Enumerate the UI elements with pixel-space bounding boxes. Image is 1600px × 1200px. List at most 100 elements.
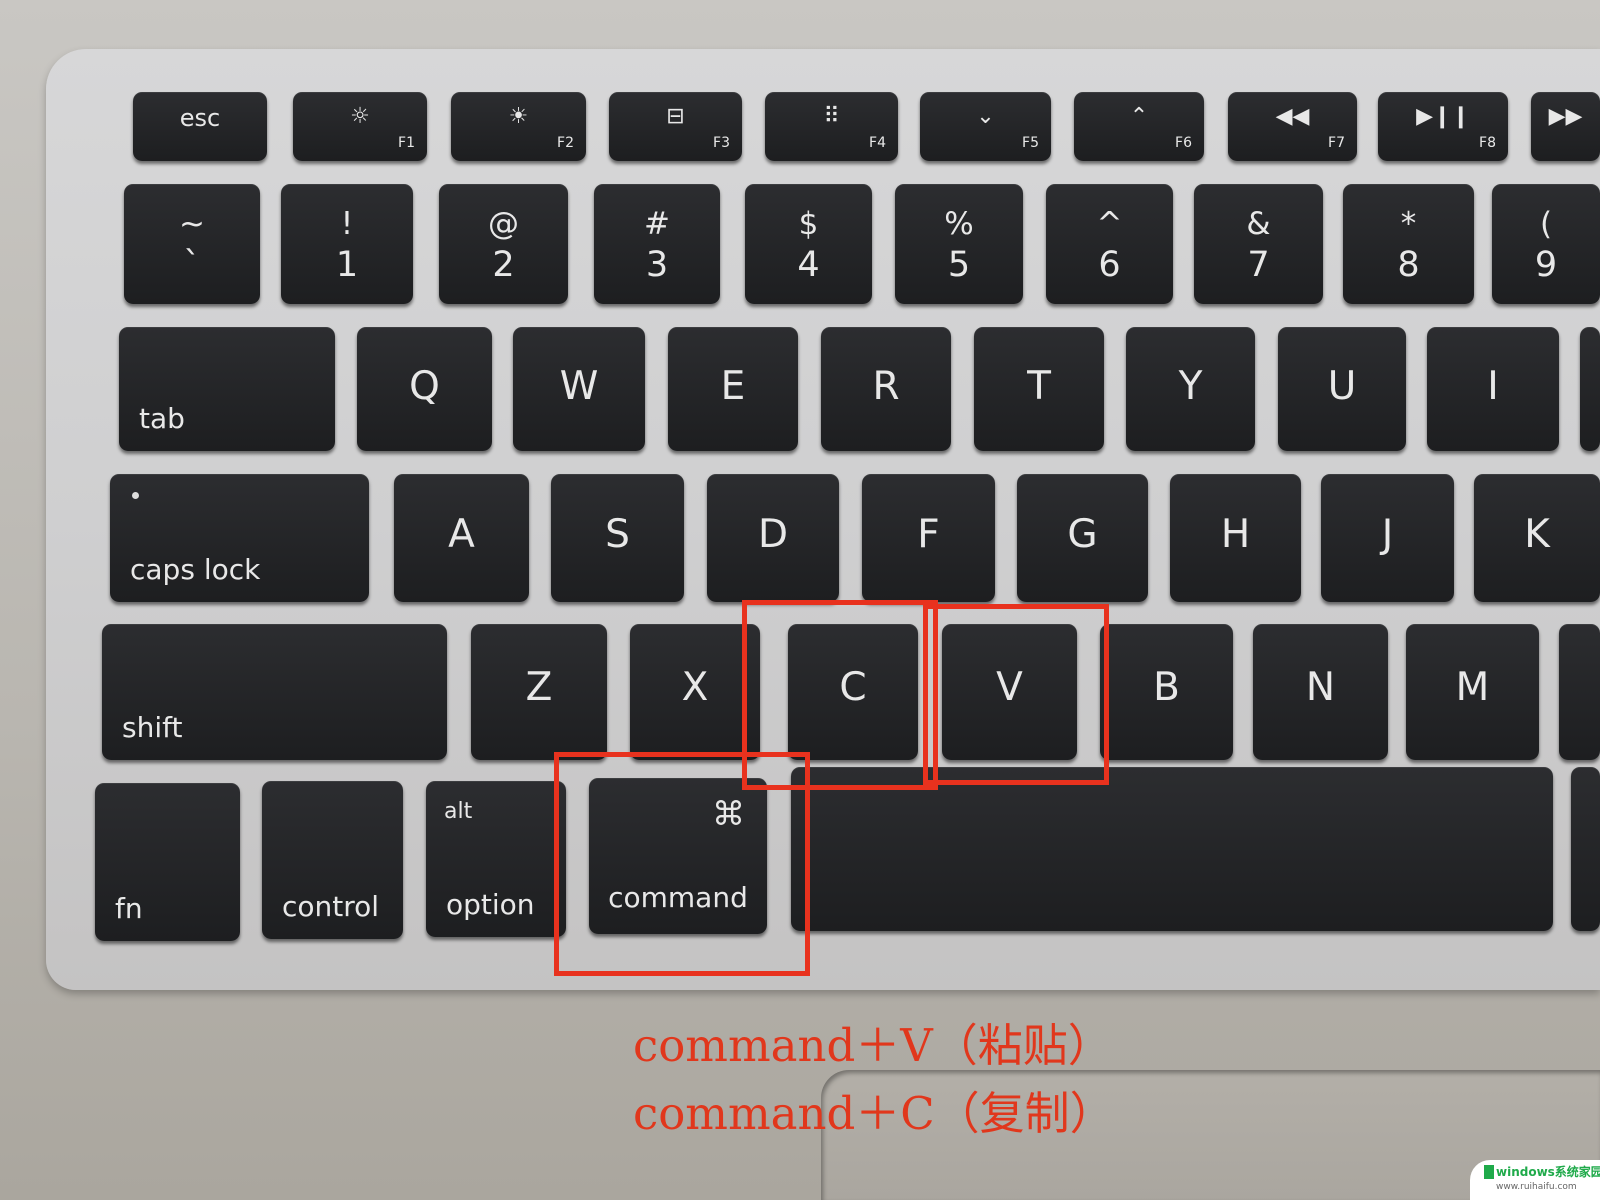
key-r[interactable]: R [821,327,951,451]
key-right-command[interactable] [1571,767,1600,931]
key-shift-label: ~ [179,205,205,242]
control-label: control [282,890,380,923]
key-8[interactable]: * 8 [1343,184,1474,304]
key-label: 8 [1397,244,1420,285]
key-fn[interactable]: fn [95,783,240,941]
key-label: R [872,364,900,410]
key-label: 5 [947,244,971,285]
key-f8[interactable]: ▶❙❙ F8 [1378,92,1508,161]
key-label: W [559,364,599,410]
key-k[interactable]: K [1474,474,1600,602]
brightness-down-icon: ☼ [350,104,370,129]
key-label: T [1027,364,1051,410]
key-esc[interactable]: esc [133,92,267,161]
key-shift-label: $ [798,205,819,242]
key-label: Y [1178,364,1203,410]
key-shift-label: ! [340,205,354,242]
key-label: S [605,512,630,558]
key-n[interactable]: N [1253,624,1388,760]
watermark-logo-icon [1484,1165,1494,1179]
key-label: N [1305,664,1336,710]
key-f6[interactable]: ⌃ F6 [1074,92,1204,161]
key-label: D [757,512,789,558]
key-g[interactable]: G [1017,474,1148,602]
key-a[interactable]: A [394,474,529,602]
key-w[interactable]: W [513,327,645,451]
shift-label: shift [122,711,183,744]
key-q[interactable]: Q [357,327,492,451]
key-i[interactable]: I [1427,327,1559,451]
key-u[interactable]: U [1278,327,1406,451]
key-j[interactable]: J [1321,474,1454,602]
key-shift-label: * [1400,205,1417,242]
key-partial[interactable] [1559,624,1600,760]
key-shift-label: @ [488,205,519,242]
key-f9[interactable]: ▶▶ [1531,92,1600,161]
key-label: G [1067,512,1098,558]
keyboard-light-down-icon: ⌄ [976,104,995,129]
key-3[interactable]: #3 [594,184,720,304]
key-b[interactable]: B [1100,624,1233,760]
mission-control-icon: ⊟ [666,104,685,129]
highlight-box-command [554,752,810,976]
key-label: B [1153,664,1180,710]
key-label: F [917,512,940,558]
key-t[interactable]: T [974,327,1104,451]
key-f[interactable]: F [862,474,995,602]
key-label: A [448,512,475,558]
key-tab[interactable]: tab [119,327,335,451]
key-label: 4 [797,244,820,285]
key-label: F3 [713,135,730,151]
key-f1[interactable]: ☼ F1 [293,92,427,161]
brightness-up-icon: ☀ [508,104,529,129]
key-label: H [1220,512,1251,558]
key-caps-lock[interactable]: caps lock [110,474,369,602]
key-9[interactable]: (9 [1492,184,1600,304]
caption-paste: command＋V（粘贴） [633,1019,1113,1072]
key-label: F5 [1022,135,1039,151]
key-2[interactable]: @2 [439,184,568,304]
key-6[interactable]: ^ 6 [1046,184,1173,304]
key-d[interactable]: D [707,474,839,602]
play-pause-icon: ▶❙❙ [1416,104,1470,129]
key-f3[interactable]: ⊟ F3 [609,92,742,161]
key-f7[interactable]: ◀◀ F7 [1228,92,1357,161]
key-label: X [681,664,709,710]
key-`[interactable]: ~ ` [124,184,260,304]
key-label: Q [409,364,440,410]
key-space[interactable] [791,767,1553,931]
key-s[interactable]: S [551,474,684,602]
key-label: 1 [335,244,359,285]
key-label: U [1327,364,1357,410]
key-m[interactable]: M [1406,624,1539,760]
caps-lock-indicator [132,492,139,499]
key-label: F4 [869,135,886,151]
key-label: I [1487,364,1499,410]
key-4[interactable]: $4 [745,184,872,304]
key-partial[interactable] [1580,327,1600,451]
key-label: E [720,364,746,410]
key-5[interactable]: % 5 [895,184,1023,304]
key-shift[interactable]: shift [102,624,447,760]
key-label: esc [179,104,221,132]
watermark-url: www.ruihaifu.com [1496,1182,1577,1192]
key-e[interactable]: E [668,327,798,451]
key-z[interactable]: Z [471,624,607,760]
key-label: J [1381,512,1394,558]
key-f4[interactable]: ⠿ F4 [765,92,898,161]
key-label: F2 [557,135,574,151]
key-h[interactable]: H [1170,474,1301,602]
key-option[interactable]: alt option [426,781,566,937]
key-control[interactable]: control [262,781,403,939]
key-x[interactable]: X [630,624,760,760]
keyboard-light-up-icon: ⌃ [1129,104,1149,129]
key-label: F8 [1479,135,1496,151]
caption-copy: command＋C（复制） [633,1087,1115,1140]
key-1[interactable]: ! 1 [281,184,413,304]
key-y[interactable]: Y [1126,327,1255,451]
key-shift-label: & [1246,205,1271,242]
key-f2[interactable]: ☀ F2 [451,92,586,161]
key-f5[interactable]: ⌄ F5 [920,92,1051,161]
key-label: F1 [398,135,415,151]
key-7[interactable]: & 7 [1194,184,1323,304]
